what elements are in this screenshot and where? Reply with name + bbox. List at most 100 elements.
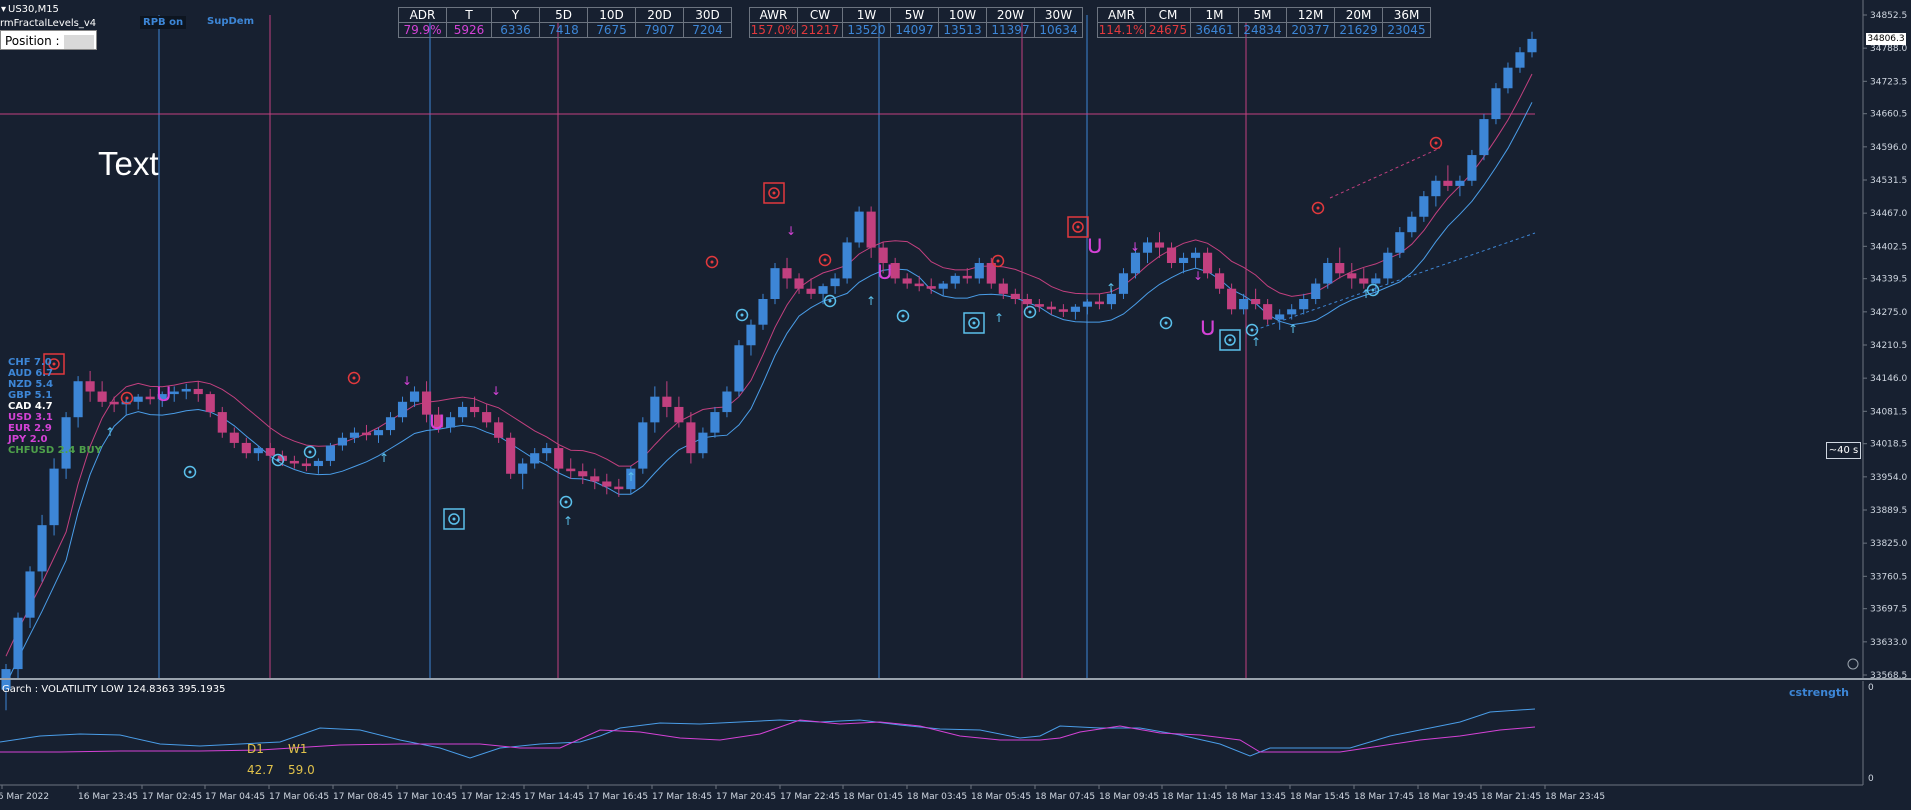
arrow-up-icon: ↑ — [1106, 281, 1116, 295]
price-tick-label: 34402.5 — [1870, 242, 1907, 252]
table-value: 7907 — [635, 22, 684, 38]
price-tick-label: 33760.5 — [1870, 572, 1907, 582]
arrow-down-icon: ↓ — [786, 224, 796, 238]
candle — [770, 263, 780, 305]
candle — [854, 206, 864, 248]
sub-axis-bottom: 0 — [1868, 774, 1874, 784]
current-price-tag: 34806.3 — [1866, 33, 1906, 45]
table-header: ADR — [398, 7, 447, 23]
position-label: Position : — [5, 34, 60, 48]
price-tick-label: 34660.5 — [1870, 110, 1907, 120]
table-value: 36461 — [1190, 22, 1239, 38]
time-tick-label: 18 Mar 07:45 — [1035, 792, 1095, 802]
arrow-up-icon: ↑ — [105, 425, 115, 439]
arrow-down-icon: ↓ — [1130, 240, 1140, 254]
table-header: AMR — [1097, 7, 1146, 23]
sub-value-d1: 42.7 — [247, 763, 274, 777]
time-tick-label: 18 Mar 13:45 — [1226, 792, 1286, 802]
arrow-up-icon: ↑ — [563, 514, 573, 528]
symbol-label: US30,M15 — [8, 4, 59, 15]
price-tick-label: 34788.0 — [1870, 44, 1907, 54]
fractal-up-icon: ⋃ — [157, 383, 170, 402]
table-value: 10634 — [1034, 22, 1083, 38]
table-header: CW — [797, 7, 843, 23]
price-tick-label: 34018.5 — [1870, 440, 1907, 450]
table-value: 24675 — [1145, 22, 1191, 38]
candle — [1383, 247, 1393, 284]
table-header: 1W — [842, 7, 891, 23]
price-chart[interactable]: ↓↓↓↓↓↑↑↑↑↑↑↑↑↑↑⋃⋃⋃⋃⋃ 34852.534788.034723… — [0, 0, 1911, 810]
table-header: T — [446, 7, 492, 23]
time-tick-label: 17 Mar 16:45 — [588, 792, 648, 802]
position-input[interactable]: Position : — [0, 30, 97, 50]
time-tick-label: 18 Mar 01:45 — [843, 792, 903, 802]
arrow-up-icon: ↑ — [626, 470, 636, 484]
price-tick-label: 33633.0 — [1870, 638, 1907, 648]
table-header: 5M — [1238, 7, 1287, 23]
range-table-daily: ADR T Y 5D 10D 20D 30D 79.9% 5926 6336 7418 7675 790… — [398, 7, 732, 38]
time-tick-label: 17 Mar 02:45 — [142, 792, 202, 802]
table-value: 6336 — [491, 22, 540, 38]
candle — [638, 417, 648, 474]
fractal-up-icon: ⋃ — [430, 411, 443, 430]
sub-value-w1: 59.0 — [288, 763, 315, 777]
table-value: 5926 — [446, 22, 492, 38]
time-tick-label: 17 Mar 18:45 — [652, 792, 712, 802]
fractal-up-icon: ⋃ — [1088, 235, 1101, 254]
table-header: 1M — [1190, 7, 1239, 23]
candle — [49, 458, 59, 536]
candle — [1467, 149, 1477, 186]
indicator-label: rmFractalLevels_v4 — [0, 18, 97, 29]
supdem-button[interactable]: SupDem — [207, 16, 254, 27]
price-tick-label: 33825.0 — [1870, 539, 1907, 549]
arrow-up-icon: ↑ — [994, 311, 1004, 325]
arrow-up-icon: ↑ — [866, 294, 876, 308]
arrow-down-icon: ↓ — [402, 374, 412, 388]
time-tick-label: 18 Mar 09:45 — [1099, 792, 1159, 802]
strength-row: AUD 6.7 — [8, 368, 54, 379]
candle — [1479, 113, 1489, 161]
candle — [758, 293, 768, 330]
time-tick-label: 18 Mar 11:45 — [1162, 792, 1222, 802]
table-value: 7675 — [587, 22, 636, 38]
table-header: Y — [491, 7, 540, 23]
time-tick-label: 18 Mar 19:45 — [1418, 792, 1478, 802]
price-tick-label: 34275.0 — [1870, 308, 1907, 318]
time-tick-label: 17 Mar 14:45 — [524, 792, 584, 802]
strength-row: GBP 5.1 — [8, 390, 53, 401]
time-tick-label: 16 Mar 23:45 — [78, 792, 138, 802]
price-tick-label: 34596.0 — [1870, 143, 1907, 153]
sub-axis-top: 0 — [1868, 683, 1874, 693]
strength-row: JPY 2.0 — [8, 434, 48, 445]
range-table-monthly: AMR CM 1M 5M 12M 20M 36M 114.1% 24675 36461 24834 2… — [1097, 7, 1431, 38]
table-value: 24834 — [1238, 22, 1287, 38]
time-tick-label: 18 Mar 23:45 — [1545, 792, 1605, 802]
annotation-text[interactable]: Text — [98, 145, 159, 183]
price-tick-label: 34339.5 — [1870, 275, 1907, 285]
arrow-up-icon: ↑ — [1251, 335, 1261, 349]
price-tick-label: 34210.5 — [1870, 341, 1907, 351]
arrow-up-icon: ↑ — [1361, 287, 1371, 301]
table-header: 5D — [539, 7, 588, 23]
time-tick-label: 18 Mar 03:45 — [907, 792, 967, 802]
strength-row: USD 3.1 — [8, 412, 53, 423]
position-field[interactable] — [63, 34, 94, 49]
price-tick-label: 33697.5 — [1870, 605, 1907, 615]
rpb-button[interactable]: RPB on — [140, 16, 187, 29]
table-header: 36M — [1382, 7, 1431, 23]
triangle-icon: ▾ — [1, 4, 7, 15]
price-tick-label: 33889.5 — [1870, 506, 1907, 516]
table-header: 20M — [1334, 7, 1383, 23]
candle — [1491, 83, 1501, 125]
price-tick-label: 34467.0 — [1870, 209, 1907, 219]
chart-stage: ↓ ↓ ↓ ↓ ↓ ↑ ↑ ↑ ↑ ↑ ↑ ↑ ↑ ↑ ↑ ⋃ ⋃ ⋃ ⋃ ⋃ 34852.5 34788.0 34723… — [0, 0, 1911, 810]
sub-label-d1: D1 — [247, 742, 264, 756]
table-header: 5W — [890, 7, 939, 23]
time-tick-label: 17 Mar 20:45 — [716, 792, 776, 802]
arrow-down-icon: ↓ — [1193, 269, 1203, 283]
table-value: 11397 — [986, 22, 1035, 38]
table-header: 20D — [635, 7, 684, 23]
time-tick-label: 17 Mar 22:45 — [780, 792, 840, 802]
time-tick-label: 17 Mar 04:45 — [205, 792, 265, 802]
strength-row: EUR 2.9 — [8, 423, 52, 434]
